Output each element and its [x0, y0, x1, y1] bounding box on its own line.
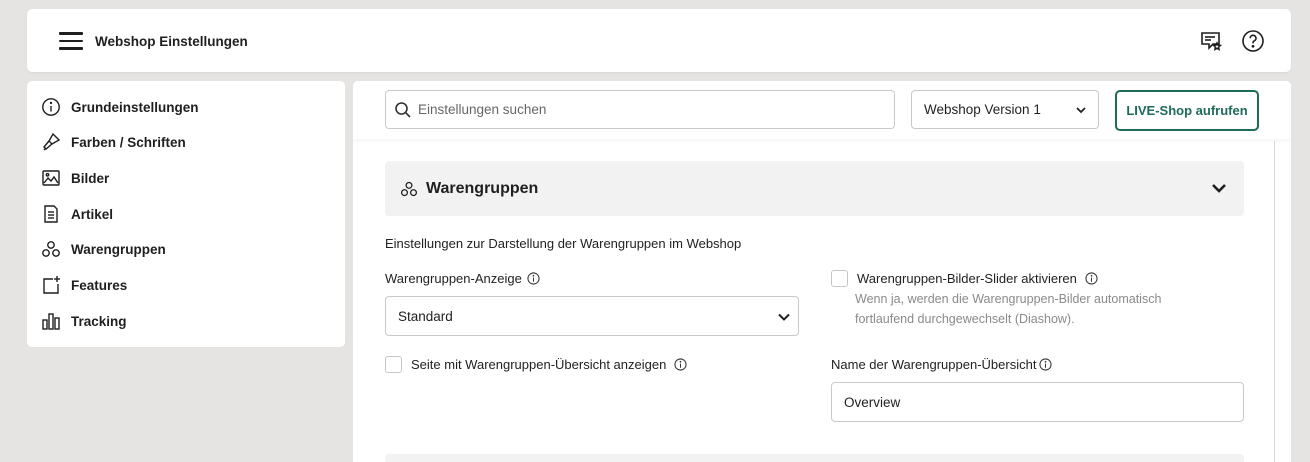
groups-icon — [42, 241, 60, 257]
paint-brush-icon — [43, 132, 61, 151]
menu-icon[interactable] — [59, 32, 83, 50]
document-list-icon — [44, 205, 58, 223]
groups-icon — [400, 181, 418, 197]
chevron-down-icon — [778, 313, 790, 321]
display-label-text: Warengruppen-Anzeige — [385, 271, 522, 286]
info-icon[interactable] — [1039, 358, 1053, 371]
version-select[interactable]: Webshop Version 1 — [911, 90, 1099, 129]
chevron-down-icon — [1076, 107, 1086, 114]
version-select-value: Webshop Version 1 — [924, 102, 1041, 117]
sidebar-item-label: Warengruppen — [71, 241, 166, 257]
display-select[interactable]: Standard — [385, 296, 799, 336]
info-icon[interactable] — [674, 358, 687, 371]
sidebar-item-bilder[interactable]: Bilder — [41, 166, 331, 190]
section-header-warengruppen[interactable]: Warengruppen — [385, 161, 1244, 216]
sidebar-item-features[interactable]: Features — [41, 273, 331, 297]
main-panel: Webshop Version 1 LIVE-Shop aufrufen War… — [353, 81, 1291, 462]
bar-chart-icon — [42, 313, 60, 330]
image-icon — [42, 170, 60, 186]
overview-checkbox-label-text: Seite mit Warengruppen-Übersicht anzeige… — [411, 357, 667, 372]
display-label: Warengruppen-Anzeige — [385, 271, 540, 286]
scrollbar-track[interactable] — [1274, 141, 1275, 462]
slider-checkbox[interactable] — [831, 270, 848, 287]
search-icon — [395, 101, 411, 118]
sidebar-item-label: Farben / Schriften — [71, 134, 186, 150]
sidebar-item-label: Bilder — [71, 170, 110, 186]
sidebar: Grundeinstellungen Farben / Schriften Bi… — [27, 81, 345, 347]
live-shop-button[interactable]: LIVE-Shop aufrufen — [1115, 90, 1259, 131]
search-box[interactable] — [385, 90, 895, 129]
info-icon[interactable] — [527, 272, 540, 285]
next-section-header[interactable] — [385, 454, 1244, 462]
sidebar-item-warengruppen[interactable]: Warengruppen — [41, 237, 331, 261]
top-bar: Webshop Einstellungen — [27, 9, 1291, 72]
search-input[interactable] — [418, 102, 868, 117]
toolbar: Webshop Version 1 LIVE-Shop aufrufen — [353, 81, 1291, 139]
sidebar-item-label: Grundeinstellungen — [71, 99, 199, 115]
help-icon[interactable] — [1241, 29, 1265, 53]
sidebar-item-label: Features — [71, 277, 128, 293]
section-description: Einstellungen zur Darstellung der Wareng… — [385, 236, 742, 251]
sidebar-item-grundeinstellungen[interactable]: Grundeinstellungen — [41, 95, 331, 119]
overview-name-label: Name der Warengruppen-Übersicht — [831, 357, 1053, 372]
slider-label-text: Warengruppen-Bilder-Slider aktivieren — [857, 271, 1077, 286]
info-icon — [42, 98, 60, 116]
page-title: Webshop Einstellungen — [95, 34, 248, 49]
slider-label: Warengruppen-Bilder-Slider aktivieren — [857, 271, 1098, 286]
chevron-down-icon[interactable] — [1210, 179, 1228, 197]
overview-checkbox-label: Seite mit Warengruppen-Übersicht anzeige… — [411, 357, 687, 372]
sidebar-item-tracking[interactable]: Tracking — [41, 309, 331, 333]
info-icon[interactable] — [1085, 272, 1098, 285]
overview-checkbox[interactable] — [385, 356, 402, 373]
sidebar-item-label: Tracking — [71, 313, 127, 329]
overview-name-input[interactable] — [831, 382, 1244, 422]
sidebar-item-artikel[interactable]: Artikel — [41, 202, 331, 226]
section-title: Warengruppen — [426, 180, 539, 197]
slider-hint: Wenn ja, werden die Warengruppen-Bilder … — [855, 292, 1162, 326]
sidebar-item-label: Artikel — [71, 206, 114, 222]
add-feature-icon — [43, 276, 60, 294]
display-select-value: Standard — [398, 308, 453, 324]
feedback-star-icon[interactable] — [1199, 29, 1223, 53]
sidebar-item-farben-schriften[interactable]: Farben / Schriften — [41, 130, 331, 154]
overview-name-label-text: Name der Warengruppen-Übersicht — [831, 357, 1037, 372]
